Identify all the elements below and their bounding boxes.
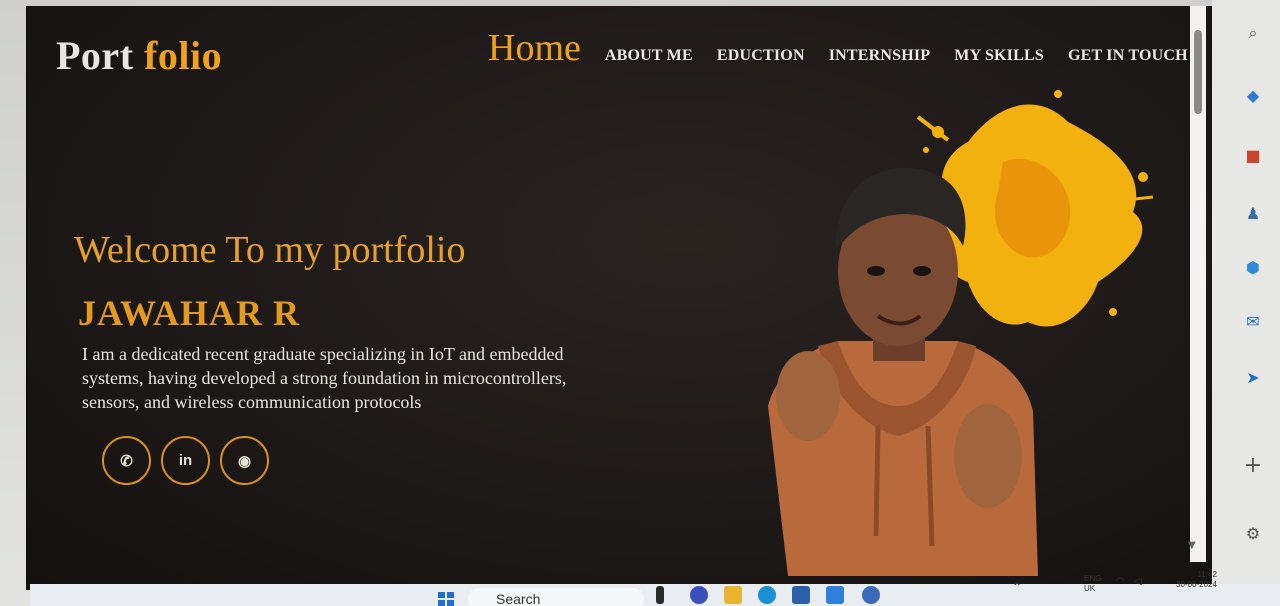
nav-my-skills[interactable]: MY SKILLS — [954, 47, 1044, 65]
social-links: ✆ in ◉ — [102, 436, 269, 485]
app-icon[interactable] — [862, 586, 880, 604]
scrollbar-thumb[interactable] — [1194, 30, 1202, 114]
logo-part-2: folio — [144, 33, 223, 78]
gear-icon[interactable]: ⚙ — [1240, 520, 1266, 546]
hero-description: I am a dedicated recent graduate special… — [82, 344, 567, 412]
add-icon[interactable]: + — [1240, 452, 1266, 478]
windows-start-icon[interactable] — [438, 592, 454, 606]
clock-date: 30-06-2024 — [1176, 580, 1217, 589]
scroll-down-arrow-icon[interactable]: ▼ — [1188, 540, 1196, 551]
people-icon[interactable]: ♟ — [1240, 200, 1266, 226]
tag-icon[interactable]: ◆ — [1240, 82, 1266, 108]
volume-icon[interactable]: ◁ — [1134, 576, 1142, 587]
briefcase-icon[interactable]: ■ — [1240, 142, 1266, 168]
logo-part-1: Port — [56, 33, 134, 78]
region-code: UK — [1084, 584, 1096, 593]
hero-welcome-heading: Welcome To my portfolio — [74, 229, 466, 271]
language-code: ENG — [1084, 574, 1102, 583]
taskbar-search[interactable]: Search — [468, 588, 644, 606]
nav-home[interactable]: Home — [488, 26, 581, 70]
hero-name: JAWAHAR R — [78, 293, 301, 333]
portfolio-page: Port folio Home ABOUT ME EDUCTION INTERN… — [26, 6, 1220, 590]
search-icon[interactable]: ⌕ — [1240, 20, 1266, 46]
nav-education[interactable]: EDUCTION — [717, 47, 805, 65]
main-nav: Home ABOUT ME EDUCTION INTERNSHIP MY SKI… — [488, 26, 1188, 70]
teams-icon[interactable] — [690, 586, 708, 604]
nav-get-in-touch[interactable]: GET IN TOUCH — [1068, 47, 1188, 65]
profile-photo — [768, 167, 1038, 576]
wifi-icon[interactable]: ◠ — [1116, 576, 1125, 587]
clock[interactable]: 11:42 30-06-2024 — [1176, 570, 1217, 590]
tray-chevron-icon[interactable]: ⌃ — [1012, 580, 1022, 594]
nav-about-me[interactable]: ABOUT ME — [605, 47, 693, 65]
outlook-icon[interactable]: ✉ — [1240, 308, 1266, 334]
office-icon[interactable]: ⬢ — [1240, 254, 1266, 280]
send-icon[interactable]: ➤ — [1240, 364, 1266, 390]
vscode-icon[interactable] — [826, 586, 844, 604]
file-explorer-icon[interactable] — [724, 586, 742, 604]
linkedin-icon[interactable]: in — [161, 436, 210, 485]
github-icon[interactable]: ◉ — [220, 436, 269, 485]
store-icon[interactable] — [792, 586, 810, 604]
edge-icon[interactable] — [758, 586, 776, 604]
language-indicator[interactable]: ENG UK — [1084, 574, 1101, 594]
nav-internship[interactable]: INTERNSHIP — [829, 47, 931, 65]
site-logo[interactable]: Port folio — [56, 32, 222, 79]
task-view-icon[interactable] — [656, 586, 664, 604]
whatsapp-icon[interactable]: ✆ — [102, 436, 151, 485]
clock-time: 11:42 — [1197, 570, 1217, 579]
